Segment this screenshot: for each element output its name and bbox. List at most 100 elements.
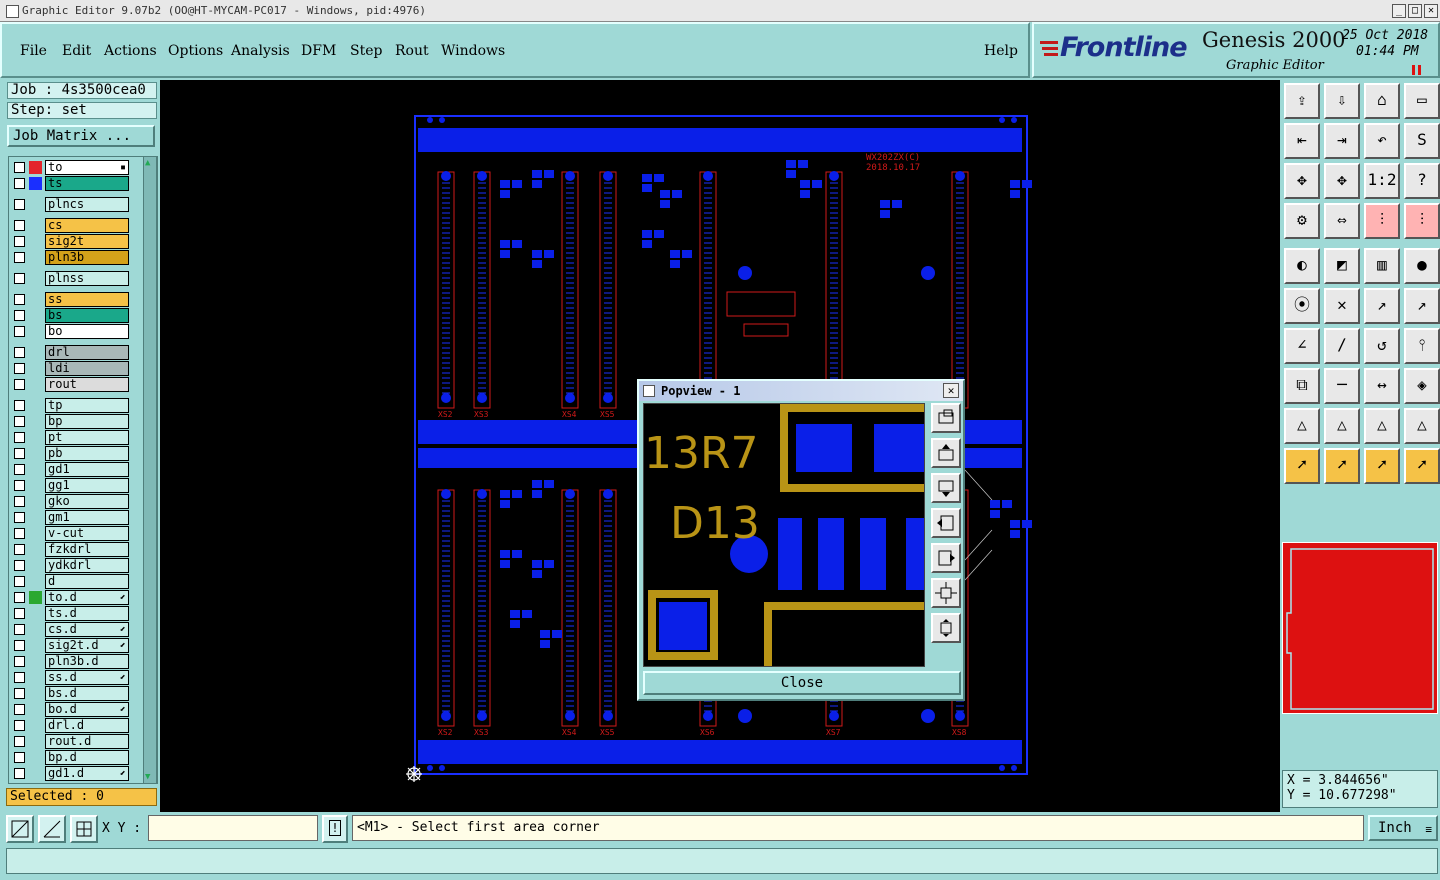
menu-options[interactable]: Options [168, 43, 223, 59]
measure-icon[interactable]: ↔ [1364, 368, 1400, 404]
layer-name[interactable]: d [45, 574, 129, 589]
pointer-2-icon[interactable]: ➚ [1324, 448, 1360, 484]
menu-actions[interactable]: Actions [104, 43, 157, 59]
layer-name[interactable]: bp.d [45, 750, 129, 765]
layer-name[interactable]: sig2t [45, 234, 129, 249]
layer-row[interactable]: to.d ⬋ [11, 590, 131, 605]
zoom-in-icon[interactable]: ✥ [1324, 163, 1360, 199]
layer-name[interactable]: bs.d [45, 686, 129, 701]
layer-checkbox[interactable] [14, 592, 25, 603]
move-icon[interactable]: ↗ [1364, 288, 1400, 324]
layer-row[interactable]: cs [11, 218, 131, 233]
layer-row[interactable]: ts.d [11, 606, 131, 621]
layer-name[interactable]: gko [45, 494, 129, 509]
minimize-button[interactable]: _ [1392, 4, 1406, 18]
layer-checkbox[interactable] [14, 704, 25, 715]
layer-name[interactable]: bs [45, 308, 129, 323]
slash-icon[interactable]: ∕ [1324, 328, 1360, 364]
layer-checkbox[interactable] [14, 752, 25, 763]
layer-name[interactable]: rout.d [45, 734, 129, 749]
layer-row[interactable]: ts [11, 176, 131, 191]
line-icon[interactable]: ∠ [1284, 328, 1320, 364]
layer-row[interactable]: pln3b [11, 250, 131, 265]
layer-name[interactable]: ss.d ⬋ [45, 670, 129, 685]
layer-checkbox[interactable] [14, 512, 25, 523]
popview-canvas[interactable]: 13R7 D13 [643, 403, 925, 667]
zoom-out-icon[interactable]: ✥ [1284, 163, 1320, 199]
hole-icon[interactable]: ● [1404, 248, 1440, 284]
layer-row[interactable]: ydkdrl [11, 558, 131, 573]
layer-checkbox[interactable] [14, 480, 25, 491]
layer-row[interactable]: d [11, 574, 131, 589]
layer-scrollbar[interactable]: ▲ ▼ [143, 156, 157, 784]
layer-name[interactable]: pt [45, 430, 129, 445]
layer-checkbox[interactable] [14, 576, 25, 587]
layer-name[interactable]: ss [45, 292, 129, 307]
layer-name[interactable]: v-cut [45, 526, 129, 541]
popview-zoom-fit-button[interactable] [931, 403, 961, 433]
job-matrix-button[interactable]: Job Matrix ... [7, 125, 155, 147]
layer-name[interactable]: bp [45, 414, 129, 429]
menu-windows[interactable]: Windows [441, 43, 505, 59]
menu-edit[interactable]: Edit [62, 43, 91, 59]
scroll-up-icon[interactable]: ▲ [145, 158, 155, 168]
layer-checkbox[interactable] [14, 326, 25, 337]
layer-name[interactable]: gd1.d ⬋ [45, 766, 129, 781]
layer-name[interactable]: to.d ⬋ [45, 590, 129, 605]
layer-checkbox[interactable] [14, 252, 25, 263]
layer-checkbox[interactable] [14, 400, 25, 411]
layer-row[interactable]: rout.d [11, 734, 131, 749]
home-icon[interactable]: ⌂ [1364, 83, 1400, 119]
popview-zoom-out-button[interactable] [931, 578, 961, 608]
layer-checkbox[interactable] [14, 640, 25, 651]
layer-name[interactable]: plnss [45, 271, 129, 286]
layer-row[interactable]: cs.d ⬋ [11, 622, 131, 637]
popview-pan-up-button[interactable] [931, 438, 961, 468]
layer-row[interactable]: v-cut [11, 526, 131, 541]
triangle-icon[interactable]: △ [1284, 408, 1320, 444]
info-icon[interactable]: ! [322, 815, 348, 843]
popview-titlebar[interactable]: Popview - 1 [639, 381, 963, 401]
pointer-icon[interactable]: ➚ [1284, 448, 1320, 484]
layer-name[interactable]: drl.d [45, 718, 129, 733]
menu-step[interactable]: Step [350, 43, 382, 59]
layer-checkbox[interactable] [14, 363, 25, 374]
undo-view-icon[interactable]: ↶ [1364, 123, 1400, 159]
layer-checkbox[interactable] [14, 672, 25, 683]
layer-name[interactable]: ydkdrl [45, 558, 129, 573]
feature-histogram-icon[interactable]: ◩ [1324, 248, 1360, 284]
layer-name[interactable]: gd1 [45, 462, 129, 477]
grid-icon[interactable] [70, 815, 98, 843]
copy-icon[interactable]: ↗ [1404, 288, 1440, 324]
layer-red-icon[interactable]: ⫶ [1404, 203, 1440, 239]
measure-mode-icon[interactable] [38, 815, 66, 843]
layer-checkbox[interactable] [14, 528, 25, 539]
layer-row[interactable]: gd1.d ⬋ [11, 766, 131, 781]
redraw-icon[interactable]: S [1404, 123, 1440, 159]
layer-row[interactable]: bo [11, 324, 131, 339]
layer-row[interactable]: tp [11, 398, 131, 413]
layer-row[interactable]: gg1 [11, 478, 131, 493]
layer-row[interactable]: sig2t [11, 234, 131, 249]
layer-row[interactable]: gko [11, 494, 131, 509]
triangle-b-icon[interactable]: △ [1364, 408, 1400, 444]
layer-row[interactable]: pln3b.d [11, 654, 131, 669]
layer-checkbox[interactable] [14, 720, 25, 731]
layer-row[interactable]: bp.d [11, 750, 131, 765]
pan-right-icon[interactable]: ⇥ [1324, 123, 1360, 159]
layer-name[interactable]: cs [45, 218, 129, 233]
cross-icon[interactable]: ✕ [1324, 288, 1360, 324]
layer-checkbox[interactable] [14, 379, 25, 390]
layer-row[interactable]: plnss [11, 271, 131, 286]
layer-checkbox[interactable] [14, 624, 25, 635]
layer-row[interactable]: fzkdrl [11, 542, 131, 557]
layer-red-icon[interactable]: ⫶ [1364, 203, 1400, 239]
shapes-icon[interactable]: ◈ [1404, 368, 1440, 404]
close-window-button[interactable]: ✕ [1424, 4, 1438, 18]
pointer-3-icon[interactable]: ➚ [1364, 448, 1400, 484]
layer-checkbox[interactable] [14, 544, 25, 555]
layer-name[interactable]: rout [45, 377, 129, 392]
layer-checkbox[interactable] [14, 347, 25, 358]
layer-checkbox[interactable] [14, 416, 25, 427]
layer-name[interactable]: fzkdrl [45, 542, 129, 557]
